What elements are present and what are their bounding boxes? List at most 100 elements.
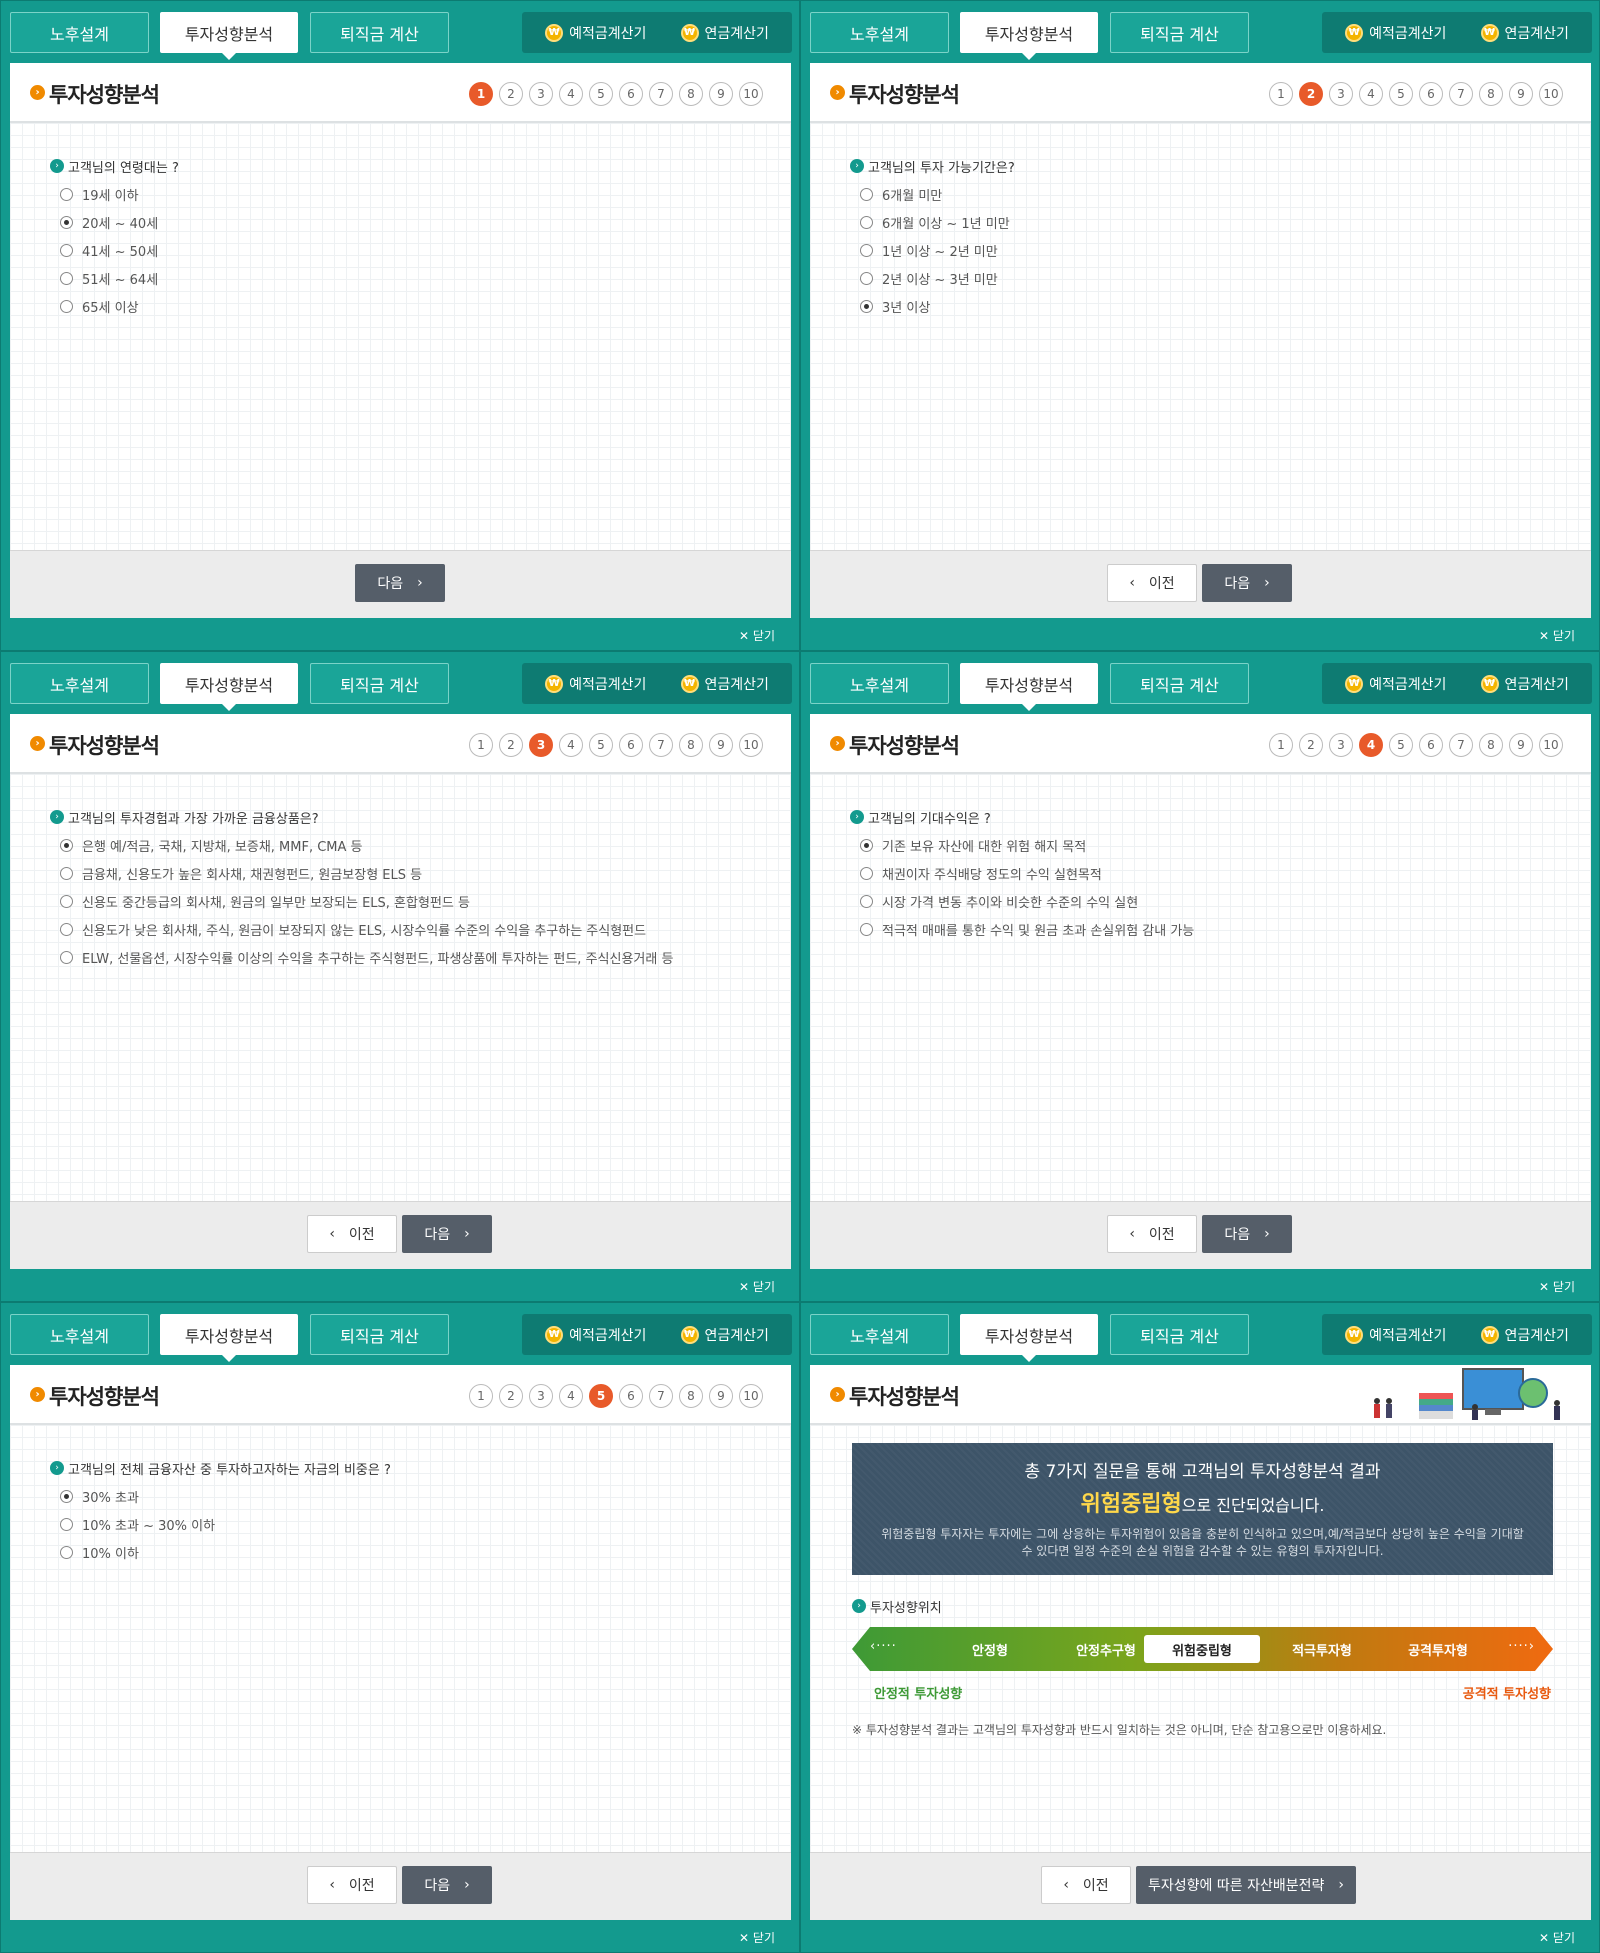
radio-button[interactable] — [860, 244, 873, 257]
step-10[interactable]: 10 — [739, 1384, 763, 1408]
radio-button[interactable] — [60, 839, 73, 852]
tab-retirement-plan[interactable]: 노후설계 — [810, 663, 949, 704]
answer-option[interactable]: 6개월 미만 — [860, 185, 942, 204]
radio-button[interactable] — [60, 1546, 73, 1559]
step-1[interactable]: 1 — [1269, 82, 1293, 106]
step-1[interactable]: 1 — [1269, 733, 1293, 757]
pension-calculator-link[interactable]: ₩ 연금계산기 — [680, 674, 769, 694]
tab-retirement-plan[interactable]: 노후설계 — [810, 1314, 949, 1355]
tab-severance-calc[interactable]: 퇴직금 계산 — [310, 12, 449, 53]
step-2[interactable]: 2 — [1299, 733, 1323, 757]
radio-button[interactable] — [60, 867, 73, 880]
radio-button[interactable] — [860, 895, 873, 908]
answer-option[interactable]: 신용도 중간등급의 회사채, 원금의 일부만 보장되는 ELS, 혼합형펀드 등 — [60, 892, 470, 911]
step-6[interactable]: 6 — [1419, 733, 1443, 757]
tab-severance-calc[interactable]: 퇴직금 계산 — [1110, 12, 1249, 53]
answer-option[interactable]: 19세 이하 — [60, 185, 139, 204]
tab-investment-analysis[interactable]: 투자성향분석 — [160, 1314, 298, 1362]
step-2[interactable]: 2 — [499, 1384, 523, 1408]
step-2[interactable]: 2 — [499, 82, 523, 106]
close-button[interactable]: ✕ 닫기 — [739, 627, 775, 644]
radio-button[interactable] — [60, 272, 73, 285]
step-5[interactable]: 5 — [589, 1384, 613, 1408]
tab-investment-analysis[interactable]: 투자성향분석 — [160, 663, 298, 711]
step-6[interactable]: 6 — [619, 733, 643, 757]
answer-option[interactable]: 20세 ~ 40세 — [60, 213, 158, 232]
next-button[interactable]: 다음 › — [355, 564, 445, 602]
pension-calculator-link[interactable]: ₩ 연금계산기 — [1480, 23, 1569, 43]
step-7[interactable]: 7 — [649, 1384, 673, 1408]
tab-retirement-plan[interactable]: 노후설계 — [10, 12, 149, 53]
answer-option[interactable]: 금융채, 신용도가 높은 회사채, 채권형펀드, 원금보장형 ELS 등 — [60, 864, 422, 883]
answer-option[interactable]: 신용도가 낮은 회사채, 주식, 원금이 보장되지 않는 ELS, 시장수익률 … — [60, 920, 646, 939]
radio-button[interactable] — [860, 216, 873, 229]
answer-option[interactable]: ELW, 선물옵션, 시장수익률 이상의 수익을 추구하는 주식형펀드, 파생상… — [60, 948, 673, 967]
step-8[interactable]: 8 — [679, 1384, 703, 1408]
pension-calculator-link[interactable]: ₩ 연금계산기 — [1480, 674, 1569, 694]
step-5[interactable]: 5 — [589, 733, 613, 757]
asset-allocation-button[interactable]: 투자성향에 따른 자산배분전략 › — [1136, 1866, 1356, 1904]
step-2[interactable]: 2 — [1299, 82, 1323, 106]
step-6[interactable]: 6 — [1419, 82, 1443, 106]
step-3[interactable]: 3 — [529, 733, 553, 757]
close-button[interactable]: ✕ 닫기 — [739, 1278, 775, 1295]
radio-button[interactable] — [60, 244, 73, 257]
radio-button[interactable] — [860, 839, 873, 852]
prev-button[interactable]: ‹ 이전 — [1041, 1866, 1131, 1904]
savings-calculator-link[interactable]: ₩ 예적금계산기 — [1345, 1325, 1446, 1345]
tab-severance-calc[interactable]: 퇴직금 계산 — [310, 1314, 449, 1355]
step-4[interactable]: 4 — [1359, 733, 1383, 757]
savings-calculator-link[interactable]: ₩ 예적금계산기 — [545, 1325, 646, 1345]
step-3[interactable]: 3 — [529, 1384, 553, 1408]
tab-severance-calc[interactable]: 퇴직금 계산 — [1110, 1314, 1249, 1355]
close-button[interactable]: ✕ 닫기 — [1539, 1929, 1575, 1946]
savings-calculator-link[interactable]: ₩ 예적금계산기 — [1345, 23, 1446, 43]
answer-option[interactable]: 채권이자 주식배당 정도의 수익 실현목적 — [860, 864, 1102, 883]
savings-calculator-link[interactable]: ₩ 예적금계산기 — [545, 23, 646, 43]
step-8[interactable]: 8 — [1479, 82, 1503, 106]
prev-button[interactable]: ‹ 이전 — [307, 1866, 397, 1904]
step-5[interactable]: 5 — [589, 82, 613, 106]
step-9[interactable]: 9 — [709, 1384, 733, 1408]
step-10[interactable]: 10 — [739, 733, 763, 757]
close-button[interactable]: ✕ 닫기 — [739, 1929, 775, 1946]
tab-investment-analysis[interactable]: 투자성향분석 — [960, 12, 1098, 60]
radio-button[interactable] — [860, 300, 873, 313]
step-5[interactable]: 5 — [1389, 733, 1413, 757]
step-1[interactable]: 1 — [469, 1384, 493, 1408]
radio-button[interactable] — [60, 951, 73, 964]
close-button[interactable]: ✕ 닫기 — [1539, 627, 1575, 644]
tab-investment-analysis[interactable]: 투자성향분석 — [160, 12, 298, 60]
pension-calculator-link[interactable]: ₩ 연금계산기 — [680, 1325, 769, 1345]
radio-button[interactable] — [860, 923, 873, 936]
step-8[interactable]: 8 — [1479, 733, 1503, 757]
step-2[interactable]: 2 — [499, 733, 523, 757]
step-9[interactable]: 9 — [1509, 82, 1533, 106]
step-4[interactable]: 4 — [1359, 82, 1383, 106]
answer-option[interactable]: 6개월 이상 ~ 1년 미만 — [860, 213, 1010, 232]
step-7[interactable]: 7 — [649, 82, 673, 106]
answer-option[interactable]: 10% 이하 — [60, 1543, 139, 1562]
answer-option[interactable]: 기존 보유 자산에 대한 위험 해지 목적 — [860, 836, 1086, 855]
prev-button[interactable]: ‹ 이전 — [1107, 1215, 1197, 1253]
next-button[interactable]: 다음 › — [1202, 1215, 1292, 1253]
radio-button[interactable] — [860, 867, 873, 880]
step-3[interactable]: 3 — [529, 82, 553, 106]
step-9[interactable]: 9 — [709, 733, 733, 757]
close-button[interactable]: ✕ 닫기 — [1539, 1278, 1575, 1295]
answer-option[interactable]: 65세 이상 — [60, 297, 139, 316]
next-button[interactable]: 다음 › — [1202, 564, 1292, 602]
savings-calculator-link[interactable]: ₩ 예적금계산기 — [545, 674, 646, 694]
radio-button[interactable] — [860, 188, 873, 201]
answer-option[interactable]: 은행 예/적금, 국채, 지방채, 보증채, MMF, CMA 등 — [60, 836, 363, 855]
step-8[interactable]: 8 — [679, 733, 703, 757]
step-10[interactable]: 10 — [739, 82, 763, 106]
tab-retirement-plan[interactable]: 노후설계 — [10, 1314, 149, 1355]
step-6[interactable]: 6 — [619, 82, 643, 106]
step-10[interactable]: 10 — [1539, 733, 1563, 757]
answer-option[interactable]: 30% 초과 — [60, 1487, 139, 1506]
step-3[interactable]: 3 — [1329, 733, 1353, 757]
step-6[interactable]: 6 — [619, 1384, 643, 1408]
step-9[interactable]: 9 — [709, 82, 733, 106]
tab-investment-analysis[interactable]: 투자성향분석 — [960, 1314, 1098, 1362]
